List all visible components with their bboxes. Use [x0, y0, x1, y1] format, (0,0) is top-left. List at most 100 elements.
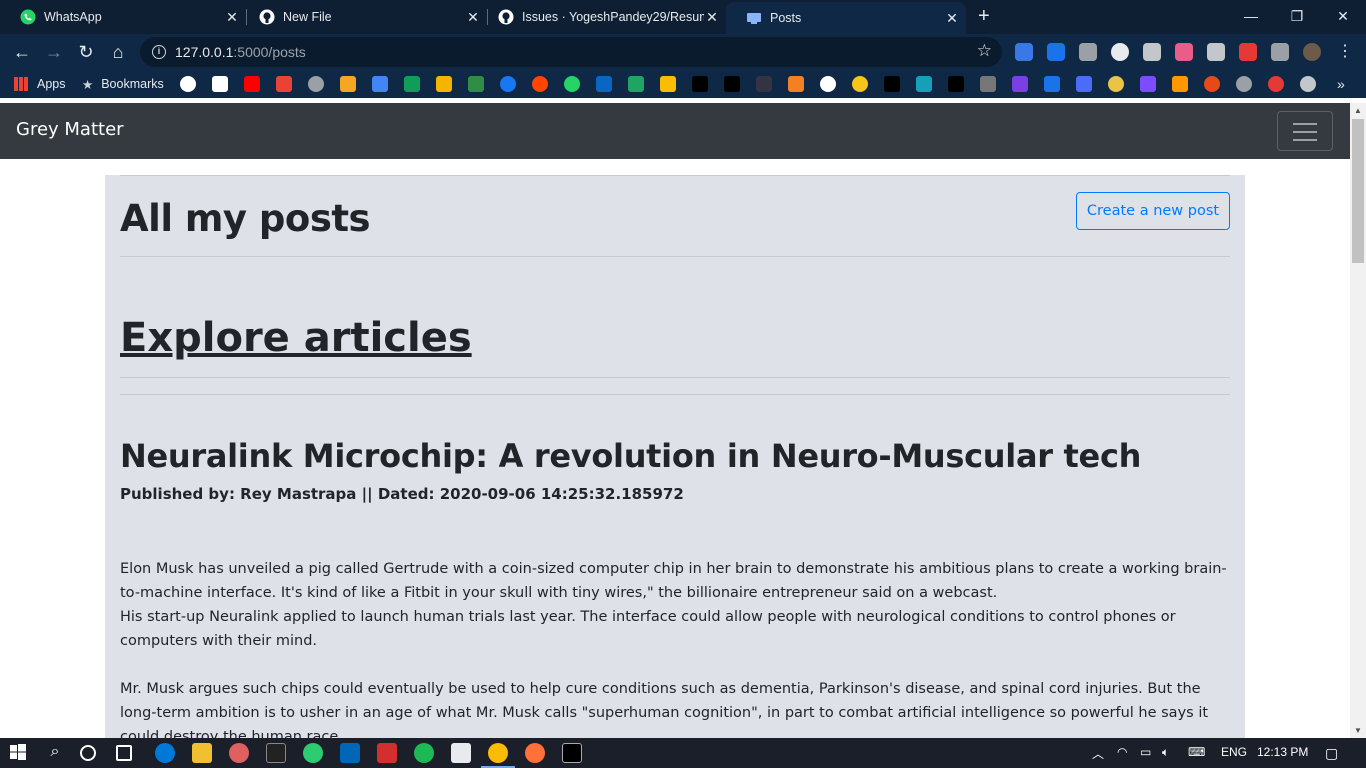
address-bar[interactable]: i 127.0.0.1:5000/posts ☆: [140, 37, 1002, 67]
chrome-icon[interactable]: [488, 743, 508, 763]
bookmark-star-icon[interactable]: ☆: [977, 41, 992, 61]
bookmark-icon[interactable]: [852, 76, 868, 92]
bookmark-icon[interactable]: [1268, 76, 1284, 92]
facebook-icon[interactable]: [500, 76, 516, 92]
extension-calendar-icon[interactable]: [1015, 43, 1033, 61]
profile-avatar[interactable]: [1303, 43, 1321, 61]
bookmark-icon[interactable]: [948, 76, 964, 92]
onedrive-icon[interactable]: [451, 743, 471, 763]
globe-icon[interactable]: [1236, 76, 1252, 92]
youtube-icon[interactable]: [244, 76, 260, 92]
google-icon[interactable]: [180, 76, 196, 92]
taskbar-app-icon[interactable]: [266, 743, 286, 763]
extension-icon[interactable]: [1079, 43, 1097, 61]
bookmark-icon[interactable]: [1172, 76, 1188, 92]
extension-icon[interactable]: [1143, 43, 1161, 61]
extension-icon[interactable]: [1175, 43, 1193, 61]
windows-start-icon[interactable]: [9, 743, 29, 763]
bookmark-icon[interactable]: [916, 76, 932, 92]
tab-posts[interactable]: Posts ✕: [726, 2, 966, 34]
bookmark-icon[interactable]: [980, 76, 996, 92]
bookmarks-folder[interactable]: ★ Bookmarks: [82, 76, 164, 92]
scrollbar-thumb[interactable]: [1352, 119, 1364, 263]
site-brand[interactable]: Grey Matter: [16, 119, 124, 140]
menu-kebab-icon[interactable]: ⋮: [1334, 41, 1356, 63]
gmail-icon[interactable]: [276, 76, 292, 92]
spotify-icon[interactable]: [414, 743, 434, 763]
battery-icon[interactable]: ▭: [1140, 745, 1151, 759]
tab-whatsapp[interactable]: WhatsApp ✕: [0, 0, 246, 34]
page-scrollbar[interactable]: ▲ ▼: [1350, 103, 1366, 738]
github-icon[interactable]: [820, 76, 836, 92]
edge-icon[interactable]: [155, 743, 175, 763]
bookmark-icon[interactable]: [884, 76, 900, 92]
tray-overflow-icon[interactable]: ︿: [1092, 745, 1104, 762]
apps-bookmark[interactable]: Apps: [14, 76, 66, 92]
info-icon[interactable]: i: [152, 45, 166, 59]
firefox-icon[interactable]: [525, 743, 545, 763]
globe-icon[interactable]: [308, 76, 324, 92]
sheets-icon[interactable]: [404, 76, 420, 92]
pdf-reader-icon[interactable]: [377, 743, 397, 763]
navbar-toggler-button[interactable]: [1277, 111, 1333, 151]
bookmark-icon[interactable]: [1108, 76, 1124, 92]
language-indicator[interactable]: ENG: [1221, 745, 1247, 759]
bookmark-icon[interactable]: [660, 76, 676, 92]
wikipedia-icon[interactable]: [212, 76, 228, 92]
medium-icon[interactable]: [724, 76, 740, 92]
bookmark-icon[interactable]: [756, 76, 772, 92]
taskbar-app-icon[interactable]: [229, 743, 249, 763]
bookmark-icon[interactable]: [1044, 76, 1060, 92]
docs-icon[interactable]: [372, 76, 388, 92]
reddit-icon[interactable]: [532, 76, 548, 92]
close-icon[interactable]: ✕: [944, 10, 960, 27]
slides-icon[interactable]: [436, 76, 452, 92]
extension-icon[interactable]: [1047, 43, 1065, 61]
volume-icon[interactable]: 🔈︎: [1162, 745, 1169, 760]
terminal-icon[interactable]: [562, 743, 582, 763]
scroll-up-icon[interactable]: ▲: [1354, 106, 1362, 115]
new-tab-button[interactable]: +: [978, 6, 996, 26]
notifications-icon[interactable]: ▢: [1325, 745, 1338, 762]
bookmark-icon[interactable]: [1204, 76, 1220, 92]
search-icon[interactable]: ⌕: [45, 743, 65, 763]
keyboard-icon[interactable]: ⌨: [1188, 745, 1205, 759]
bookmark-icon[interactable]: [1012, 76, 1028, 92]
bookmark-icon[interactable]: [1140, 76, 1156, 92]
file-explorer-icon[interactable]: [192, 743, 212, 763]
home-icon[interactable]: ⌂: [107, 41, 129, 63]
extension-icon[interactable]: [1111, 43, 1129, 61]
forward-icon[interactable]: →: [43, 41, 65, 63]
taskbar-app-icon[interactable]: [303, 743, 323, 763]
tab-issues[interactable]: Issues · YogeshPandey29/Resume ✕: [478, 0, 726, 34]
scroll-down-icon[interactable]: ▼: [1354, 726, 1362, 735]
minimize-icon[interactable]: —: [1228, 0, 1274, 32]
wifi-icon[interactable]: ◠: [1117, 745, 1127, 759]
restore-icon[interactable]: ❐: [1274, 0, 1320, 32]
bookmark-icon[interactable]: [1300, 76, 1316, 92]
create-post-button[interactable]: Create a new post: [1076, 192, 1230, 230]
extensions-puzzle-icon[interactable]: [1271, 43, 1289, 61]
drive-icon[interactable]: [628, 76, 644, 92]
vscode-icon[interactable]: [340, 743, 360, 763]
bookmark-icon[interactable]: [468, 76, 484, 92]
whatsapp-icon[interactable]: [564, 76, 580, 92]
bookmark-icon[interactable]: [340, 76, 356, 92]
close-icon[interactable]: ✕: [704, 9, 720, 26]
linkedin-icon[interactable]: [596, 76, 612, 92]
explore-articles-link[interactable]: Explore articles: [120, 315, 472, 361]
more-bookmarks-icon[interactable]: »: [1337, 76, 1345, 92]
stackoverflow-icon[interactable]: [788, 76, 804, 92]
reload-icon[interactable]: ↻: [75, 41, 97, 63]
cortana-icon[interactable]: [80, 745, 96, 761]
extension-camera-icon[interactable]: [1207, 43, 1225, 61]
bookmark-icon[interactable]: [1076, 76, 1092, 92]
window-close-icon[interactable]: ✕: [1320, 0, 1366, 32]
extension-icon[interactable]: [1239, 43, 1257, 61]
back-icon[interactable]: ←: [11, 41, 33, 63]
close-icon[interactable]: ✕: [224, 9, 240, 26]
dev-icon[interactable]: [692, 76, 708, 92]
task-view-icon[interactable]: [116, 745, 132, 761]
clock[interactable]: 12:13 PM: [1257, 745, 1308, 759]
tab-new-file[interactable]: New File ✕: [239, 0, 487, 34]
